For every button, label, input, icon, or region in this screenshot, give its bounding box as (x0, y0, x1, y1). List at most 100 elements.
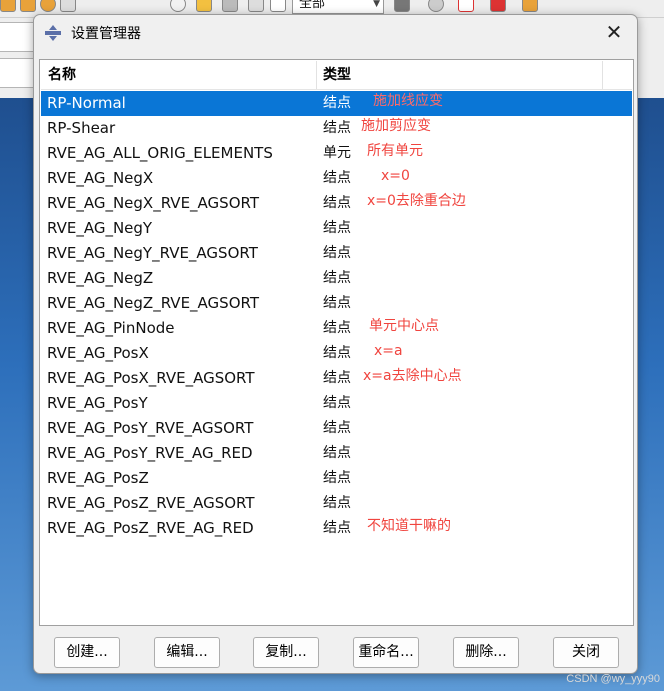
list-header: 名称 类型 (41, 61, 632, 90)
set-type: 结点 (323, 470, 351, 486)
set-name: RVE_AG_PosZ (47, 469, 149, 487)
list-row[interactable]: RVE_AG_PinNode 结点 单元中心点 (41, 316, 632, 341)
list-row[interactable]: RVE_AG_NegX_RVE_AGSORT 结点 x=0去除重合边 (41, 191, 632, 216)
close-icon[interactable]: ✕ (603, 22, 625, 44)
rename-button[interactable]: 重命名... (353, 637, 419, 668)
set-name: RVE_AG_ALL_ORIG_ELEMENTS (47, 144, 273, 162)
background-input[interactable] (0, 22, 34, 52)
set-name: RVE_AG_PosX_RVE_AGSORT (47, 369, 255, 387)
list-row[interactable]: RVE_AG_PosY_RVE_AGSORT 结点 (41, 416, 632, 441)
annotation-note: x=0 (381, 168, 410, 184)
toolbar-icon[interactable] (458, 0, 474, 12)
set-type: 结点 (323, 520, 351, 536)
cursor-icon[interactable] (270, 0, 286, 12)
set-type: 结点 (323, 220, 351, 236)
background-input[interactable] (0, 58, 34, 88)
set-type: 结点 (323, 270, 351, 286)
toolbar-icon[interactable] (222, 0, 238, 12)
list-row[interactable]: RP-Normal 结点 施加线应变 (41, 91, 632, 116)
annotation-note: x=a (374, 343, 403, 359)
set-name: RVE_AG_NegZ_RVE_AGSORT (47, 294, 259, 312)
set-type: 结点 (323, 370, 351, 386)
set-name: RVE_AG_PosZ_RVE_AG_RED (47, 519, 254, 537)
column-header-type[interactable]: 类型 (317, 61, 603, 89)
annotation-note: 不知道干嘛的 (367, 518, 451, 534)
list-row[interactable]: RVE_AG_NegY 结点 (41, 216, 632, 241)
sets-list[interactable]: 名称 类型 RP-Normal 结点 施加线应变 RP-Shear 结点 施加剪应变 RVE… (39, 59, 634, 626)
create-button[interactable]: 创建... (54, 637, 120, 668)
delete-button[interactable]: 删除... (453, 637, 519, 668)
set-type: 结点 (323, 170, 351, 186)
list-row[interactable]: RVE_AG_NegX 结点 x=0 (41, 166, 632, 191)
chevron-down-icon: ▼ (373, 0, 380, 9)
set-type: 单元 (323, 145, 351, 161)
background-right-panel (637, 18, 664, 98)
folder-icon[interactable] (196, 0, 212, 12)
set-name: RVE_AG_PosZ_RVE_AGSORT (47, 494, 255, 512)
set-name: RP-Normal (47, 94, 126, 112)
set-manager-dialog: 设置管理器 ✕ 名称 类型 RP-Normal 结点 施加线应变 RP-Shear 结点… (33, 14, 638, 674)
toolbar-icon[interactable] (490, 0, 506, 12)
dialog-titlebar[interactable]: 设置管理器 ✕ (34, 15, 637, 51)
set-name: RVE_AG_NegY_RVE_AGSORT (47, 244, 258, 262)
list-row[interactable]: RVE_AG_PosX_RVE_AGSORT 结点 x=a去除中心点 (41, 366, 632, 391)
list-row[interactable]: RVE_AG_NegZ 结点 (41, 266, 632, 291)
toolbar-icon[interactable] (394, 0, 410, 12)
filter-combo-value: 全部 (299, 0, 326, 11)
list-row[interactable]: RVE_AG_PosY_RVE_AG_RED 结点 (41, 441, 632, 466)
set-type: 结点 (323, 395, 351, 411)
set-type: 结点 (323, 120, 351, 136)
set-type: 结点 (323, 445, 351, 461)
set-manager-icon (45, 25, 61, 41)
set-name: RVE_AG_PosY (47, 394, 148, 412)
edit-button[interactable]: 编辑... (154, 637, 220, 668)
toolbar-icon[interactable] (0, 0, 16, 12)
list-row[interactable]: RVE_AG_PosZ_RVE_AG_RED 结点 不知道干嘛的 (41, 516, 632, 541)
set-name: RVE_AG_PosX (47, 344, 149, 362)
set-type: 结点 (323, 345, 351, 361)
toolbar-icon[interactable] (248, 0, 264, 12)
list-row[interactable]: RVE_AG_ALL_ORIG_ELEMENTS 单元 所有单元 (41, 141, 632, 166)
toolbar-icon[interactable] (20, 0, 36, 12)
set-type: 结点 (323, 245, 351, 261)
list-row[interactable]: RVE_AG_PosZ_RVE_AGSORT 结点 (41, 491, 632, 516)
set-name: RP-Shear (47, 119, 116, 137)
set-name: RVE_AG_PosY_RVE_AGSORT (47, 419, 254, 437)
annotation-note: x=a去除中心点 (363, 368, 462, 384)
annotation-note: 所有单元 (367, 143, 423, 159)
close-button[interactable]: 关闭 (553, 637, 619, 668)
list-row[interactable]: RVE_AG_PosY 结点 (41, 391, 632, 416)
toolbar-icon[interactable] (40, 0, 56, 12)
toolbar-icon[interactable] (170, 0, 186, 12)
set-name: RVE_AG_PinNode (47, 319, 175, 337)
set-type: 结点 (323, 495, 351, 511)
list-rows: RP-Normal 结点 施加线应变 RP-Shear 结点 施加剪应变 RVE_AG_AL… (41, 91, 632, 541)
column-header-name[interactable]: 名称 (41, 61, 317, 89)
set-name: RVE_AG_PosY_RVE_AG_RED (47, 444, 253, 462)
set-type: 结点 (323, 295, 351, 311)
list-row[interactable]: RVE_AG_NegZ_RVE_AGSORT 结点 (41, 291, 632, 316)
set-name: RVE_AG_NegX_RVE_AGSORT (47, 194, 259, 212)
annotation-note: 单元中心点 (369, 318, 439, 334)
list-row[interactable]: RP-Shear 结点 施加剪应变 (41, 116, 632, 141)
toolbar-icon[interactable] (60, 0, 76, 12)
annotation-note: 施加剪应变 (361, 118, 431, 134)
set-name: RVE_AG_NegX (47, 169, 154, 187)
set-type: 结点 (323, 420, 351, 436)
annotation-note: x=0去除重合边 (367, 193, 466, 209)
toolbar-icon[interactable] (428, 0, 444, 12)
watermark: CSDN @wy_yyy90 (566, 673, 660, 685)
copy-button[interactable]: 复制... (253, 637, 319, 668)
set-name: RVE_AG_NegY (47, 219, 153, 237)
list-row[interactable]: RVE_AG_PosZ 结点 (41, 466, 632, 491)
set-type: 结点 (323, 195, 351, 211)
list-row[interactable]: RVE_AG_NegY_RVE_AGSORT 结点 (41, 241, 632, 266)
list-row[interactable]: RVE_AG_PosX 结点 x=a (41, 341, 632, 366)
set-type: 结点 (323, 95, 351, 111)
annotation-note: 施加线应变 (373, 93, 443, 109)
dialog-title: 设置管理器 (71, 26, 141, 42)
set-type: 结点 (323, 320, 351, 336)
toolbar-icon[interactable] (522, 0, 538, 12)
set-name: RVE_AG_NegZ (47, 269, 154, 287)
filter-combo[interactable]: 全部 ▼ (292, 0, 384, 14)
